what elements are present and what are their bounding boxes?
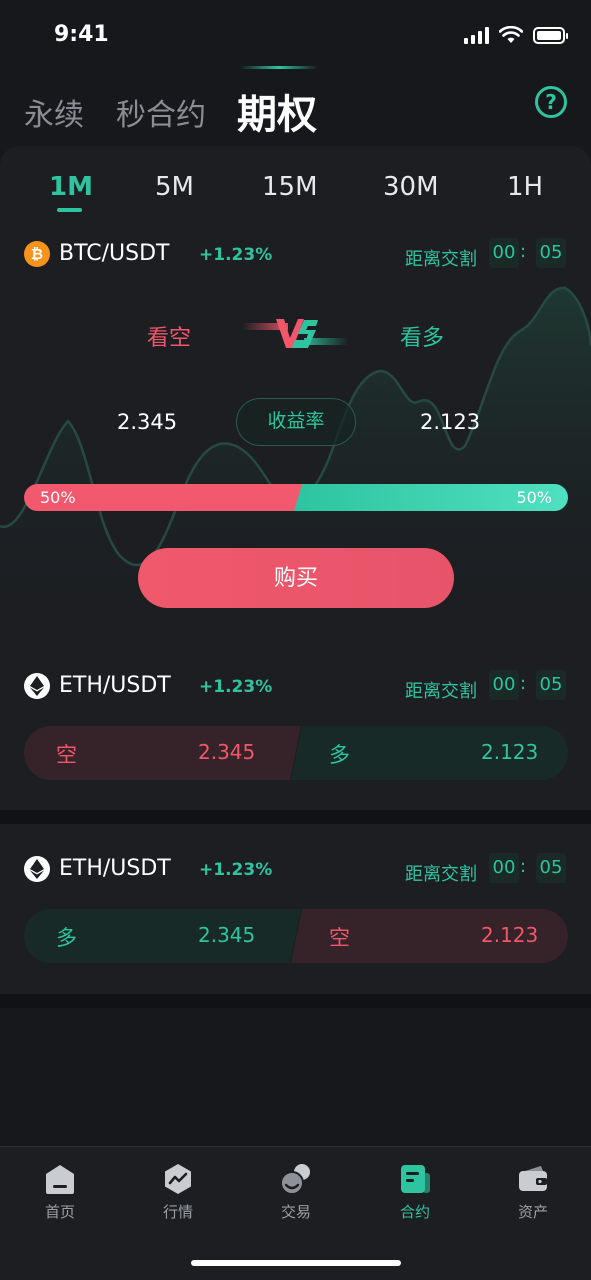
long-label: 多 [329,743,350,767]
active-tab-indicator [240,66,318,69]
ethereum-icon [24,856,50,882]
countdown-label: 距离交割 [405,864,477,885]
pair-change: +1.23% [199,245,273,265]
market-chart-icon [165,1164,191,1194]
pair-name: ETH/USDT [59,856,171,881]
interval-tabs: 1M 5M 15M 30M 1H [0,164,591,214]
nav-market-label: 行情 [162,1203,193,1221]
interval-1h[interactable]: 1H [507,172,543,202]
long-label: 多 [56,926,77,950]
trade-coins-icon [280,1164,310,1195]
buy-button[interactable]: 购买 [138,548,454,608]
tab-second-contract[interactable]: 秒合约 [116,90,206,134]
nav-trade[interactable]: 交易 [256,1163,336,1222]
status-time: 9:41 [54,22,109,47]
countdown-separator: : [520,241,527,262]
short-label: 空 [56,743,77,767]
nav-contract-label: 合约 [399,1203,430,1221]
card-separator [0,994,591,1008]
home-indicator [191,1260,401,1266]
side-short-label[interactable]: 看空 [147,320,191,352]
countdown-seconds: 05 [536,853,566,883]
short-odds: 2.123 [481,923,539,947]
bet-split-row: 多 2.345 空 2.123 [24,909,568,963]
odds-row: 2.345 收益率 2.123 [0,398,591,448]
sentiment-ratio-bar: 50% 50% [24,484,568,511]
interval-1m[interactable]: 1M [49,172,93,202]
nav-home[interactable]: 首页 [20,1163,100,1222]
interval-30m[interactable]: 30M [383,172,439,202]
short-bet-button[interactable]: 空 2.123 [291,909,568,963]
tab-perpetual[interactable]: 永续 [24,90,84,134]
contract-document-icon [401,1165,430,1193]
pair-name: BTC/USDT [59,241,170,266]
vs-icon [242,319,348,348]
battery-icon [533,27,568,44]
ratio-long-text: 50% [516,488,552,507]
long-bet-button[interactable]: 多 2.345 [24,909,301,963]
bitcoin-icon: ₿ [24,241,50,267]
short-label: 空 [329,926,350,950]
featured-pair-row: ₿ BTC/USDT +1.23% 距离交割 00 : 05 [24,238,568,272]
countdown-label: 距离交割 [405,681,477,702]
card-pair-row: ETH/USDT +1.23% 距离交割 00 : 05 [24,670,568,704]
status-icons [464,26,568,44]
nav-home-label: 首页 [44,1203,75,1221]
long-bet-button[interactable]: 多 2.123 [291,726,568,780]
short-bet-button[interactable]: 空 2.345 [24,726,301,780]
bet-split-row: 空 2.345 多 2.123 [24,726,568,780]
nav-assets-label: 资产 [517,1203,548,1221]
long-odds: 2.123 [420,410,481,434]
long-odds: 2.345 [198,923,256,947]
countdown-separator: : [520,856,527,877]
signal-icon [464,27,489,44]
option-card: ETH/USDT +1.23% 距离交割 00 : 05 空 2.345 多 2… [0,646,591,816]
long-odds: 2.123 [481,740,539,764]
status-bar: 9:41 [0,0,591,70]
pair-name: ETH/USDT [59,673,171,698]
short-odds: 2.345 [198,740,256,764]
countdown-minutes: 00 [489,670,519,700]
nav-trade-label: 交易 [280,1203,311,1221]
countdown-label: 距离交割 [405,249,477,270]
ratio-short-text: 50% [40,488,76,507]
card-pair-row: ETH/USDT +1.23% 距离交割 00 : 05 [24,853,568,887]
help-icon[interactable]: ? [535,86,567,118]
nav-market[interactable]: 行情 [138,1163,218,1222]
pair-change: +1.23% [199,860,273,880]
home-icon [46,1165,74,1194]
nav-contract[interactable]: 合约 [375,1163,455,1222]
pair-change: +1.23% [199,677,273,697]
wifi-icon [499,26,523,43]
interval-15m[interactable]: 15M [262,172,318,202]
countdown-minutes: 00 [489,238,519,268]
ethereum-icon [24,673,50,699]
interval-5m[interactable]: 5M [155,172,194,202]
countdown-seconds: 05 [536,670,566,700]
wallet-icon [519,1166,547,1191]
countdown-minutes: 00 [489,853,519,883]
vs-row: 看空 看多 [0,312,591,356]
tab-options[interactable]: 期权 [237,82,317,140]
option-card: ETH/USDT +1.23% 距离交割 00 : 05 多 2.345 空 2… [0,824,591,994]
side-long-label[interactable]: 看多 [400,320,444,352]
nav-assets[interactable]: 资产 [493,1163,573,1222]
yield-rate-badge: 收益率 [236,398,356,446]
countdown-separator: : [520,673,527,694]
card-separator [0,810,591,824]
countdown-seconds: 05 [536,238,566,268]
short-odds: 2.345 [117,410,178,434]
featured-option-card: 1M 5M 15M 30M 1H ₿ BTC/USDT +1.23% 距离交割 … [0,146,591,646]
product-tabs: 永续 秒合约 期权 [0,78,591,138]
interval-active-indicator [57,208,82,212]
